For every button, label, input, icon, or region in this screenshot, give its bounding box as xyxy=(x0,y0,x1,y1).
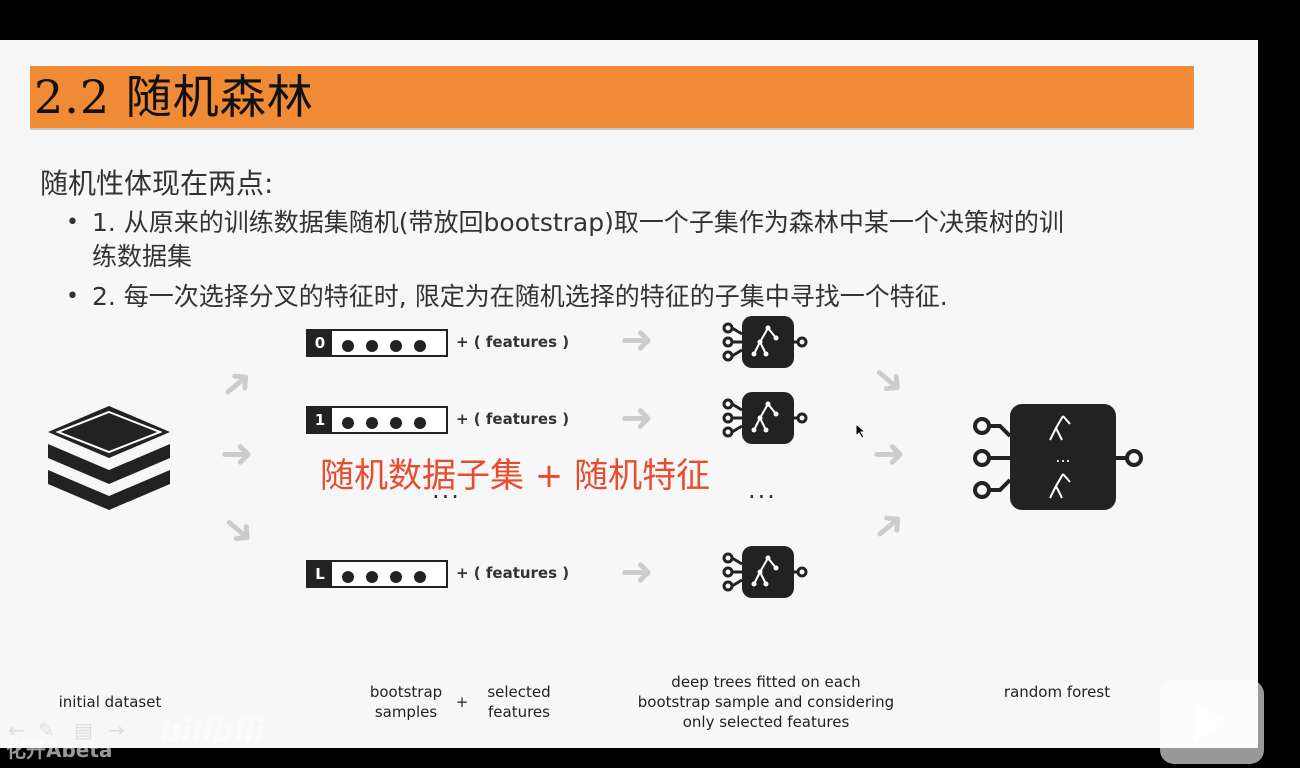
dataset-stack-icon xyxy=(48,406,170,510)
random-forest-icon: ... xyxy=(973,404,1143,510)
sample-dots xyxy=(342,414,438,433)
slide-title: 2.2 随机森林 xyxy=(34,70,314,124)
decision-tree-icon xyxy=(722,392,808,444)
bullet-1: • 1. 从原来的训练数据集随机(带放回bootstrap)取一个子集作为森林中… xyxy=(66,206,1192,274)
bootstrap-sample-L: L xyxy=(306,560,448,588)
sample-index: L xyxy=(308,562,332,586)
arrow-right-icon: ➜ xyxy=(620,549,654,595)
bootstrap-sample-1: 1 xyxy=(306,406,448,434)
bullet-dot-icon: • xyxy=(66,210,79,235)
play-button[interactable] xyxy=(1160,680,1264,764)
overlay-annotation: 随机数据子集 + 随机特征 xyxy=(320,456,711,496)
forest-dots: ... xyxy=(1055,447,1070,466)
bootstrap-sample-0: 0 xyxy=(306,329,448,357)
arrow-up-right-icon: ➜ xyxy=(209,355,265,413)
play-icon xyxy=(1194,702,1226,742)
caption-bootstrap-samples: bootstrap samples xyxy=(369,683,443,721)
sample-dots xyxy=(342,337,438,356)
arrow-right-icon: ➜ xyxy=(872,431,906,477)
arrow-right-icon: ➜ xyxy=(620,317,654,363)
bilibili-watermark: bilibili xyxy=(160,714,265,749)
title-bar: 2.2 随机森林 xyxy=(30,66,1194,130)
sample-index: 0 xyxy=(308,331,332,355)
sample-index: 1 xyxy=(308,408,332,432)
features-label: + ( features ) xyxy=(456,333,570,351)
caption-random-forest: random forest xyxy=(1003,683,1111,701)
bullet-2-line-1: 2. 每一次选择分叉的特征时, 限定为在随机选择的特征的子集中寻找一个特征. xyxy=(92,282,948,311)
bullet-1-line-1: 1. 从原来的训练数据集随机(带放回bootstrap)取一个子集作为森林中某一… xyxy=(92,208,1064,237)
slide-heading: 随机性体现在两点: xyxy=(40,167,274,200)
mouse-cursor-icon xyxy=(856,424,866,438)
bullet-2: • 2. 每一次选择分叉的特征时, 限定为在随机选择的特征的子集中寻找一个特征. xyxy=(66,280,1192,314)
slide: 2.2 随机森林 随机性体现在两点: • 1. 从原来的训练数据集随机(带放回b… xyxy=(0,40,1258,748)
arrow-down-right-icon: ➜ xyxy=(211,501,267,559)
bullet-dot-icon: • xyxy=(66,284,79,309)
arrow-up-right-icon: ➜ xyxy=(861,497,917,555)
decision-tree-icon xyxy=(722,546,808,598)
caption-deep-trees: deep trees fitted on each bootstrap samp… xyxy=(637,673,895,731)
arrow-right-icon: ➜ xyxy=(620,395,654,441)
aux-watermark: 化开Abeta xyxy=(6,738,113,762)
arrow-right-icon: ➜ xyxy=(220,431,254,477)
caption-selected-features: selected features xyxy=(487,683,551,721)
bullet-1-line-2: 练数据集 xyxy=(92,242,193,271)
arrow-down-right-icon: ➜ xyxy=(861,351,917,409)
features-label: + ( features ) xyxy=(456,564,570,582)
caption-initial-dataset: initial dataset xyxy=(58,693,162,711)
trees-ellipsis: ... xyxy=(748,476,777,504)
sample-dots xyxy=(342,568,438,587)
decision-tree-icon xyxy=(722,316,808,368)
features-label: + ( features ) xyxy=(456,410,570,428)
caption-plus: + xyxy=(455,693,469,711)
